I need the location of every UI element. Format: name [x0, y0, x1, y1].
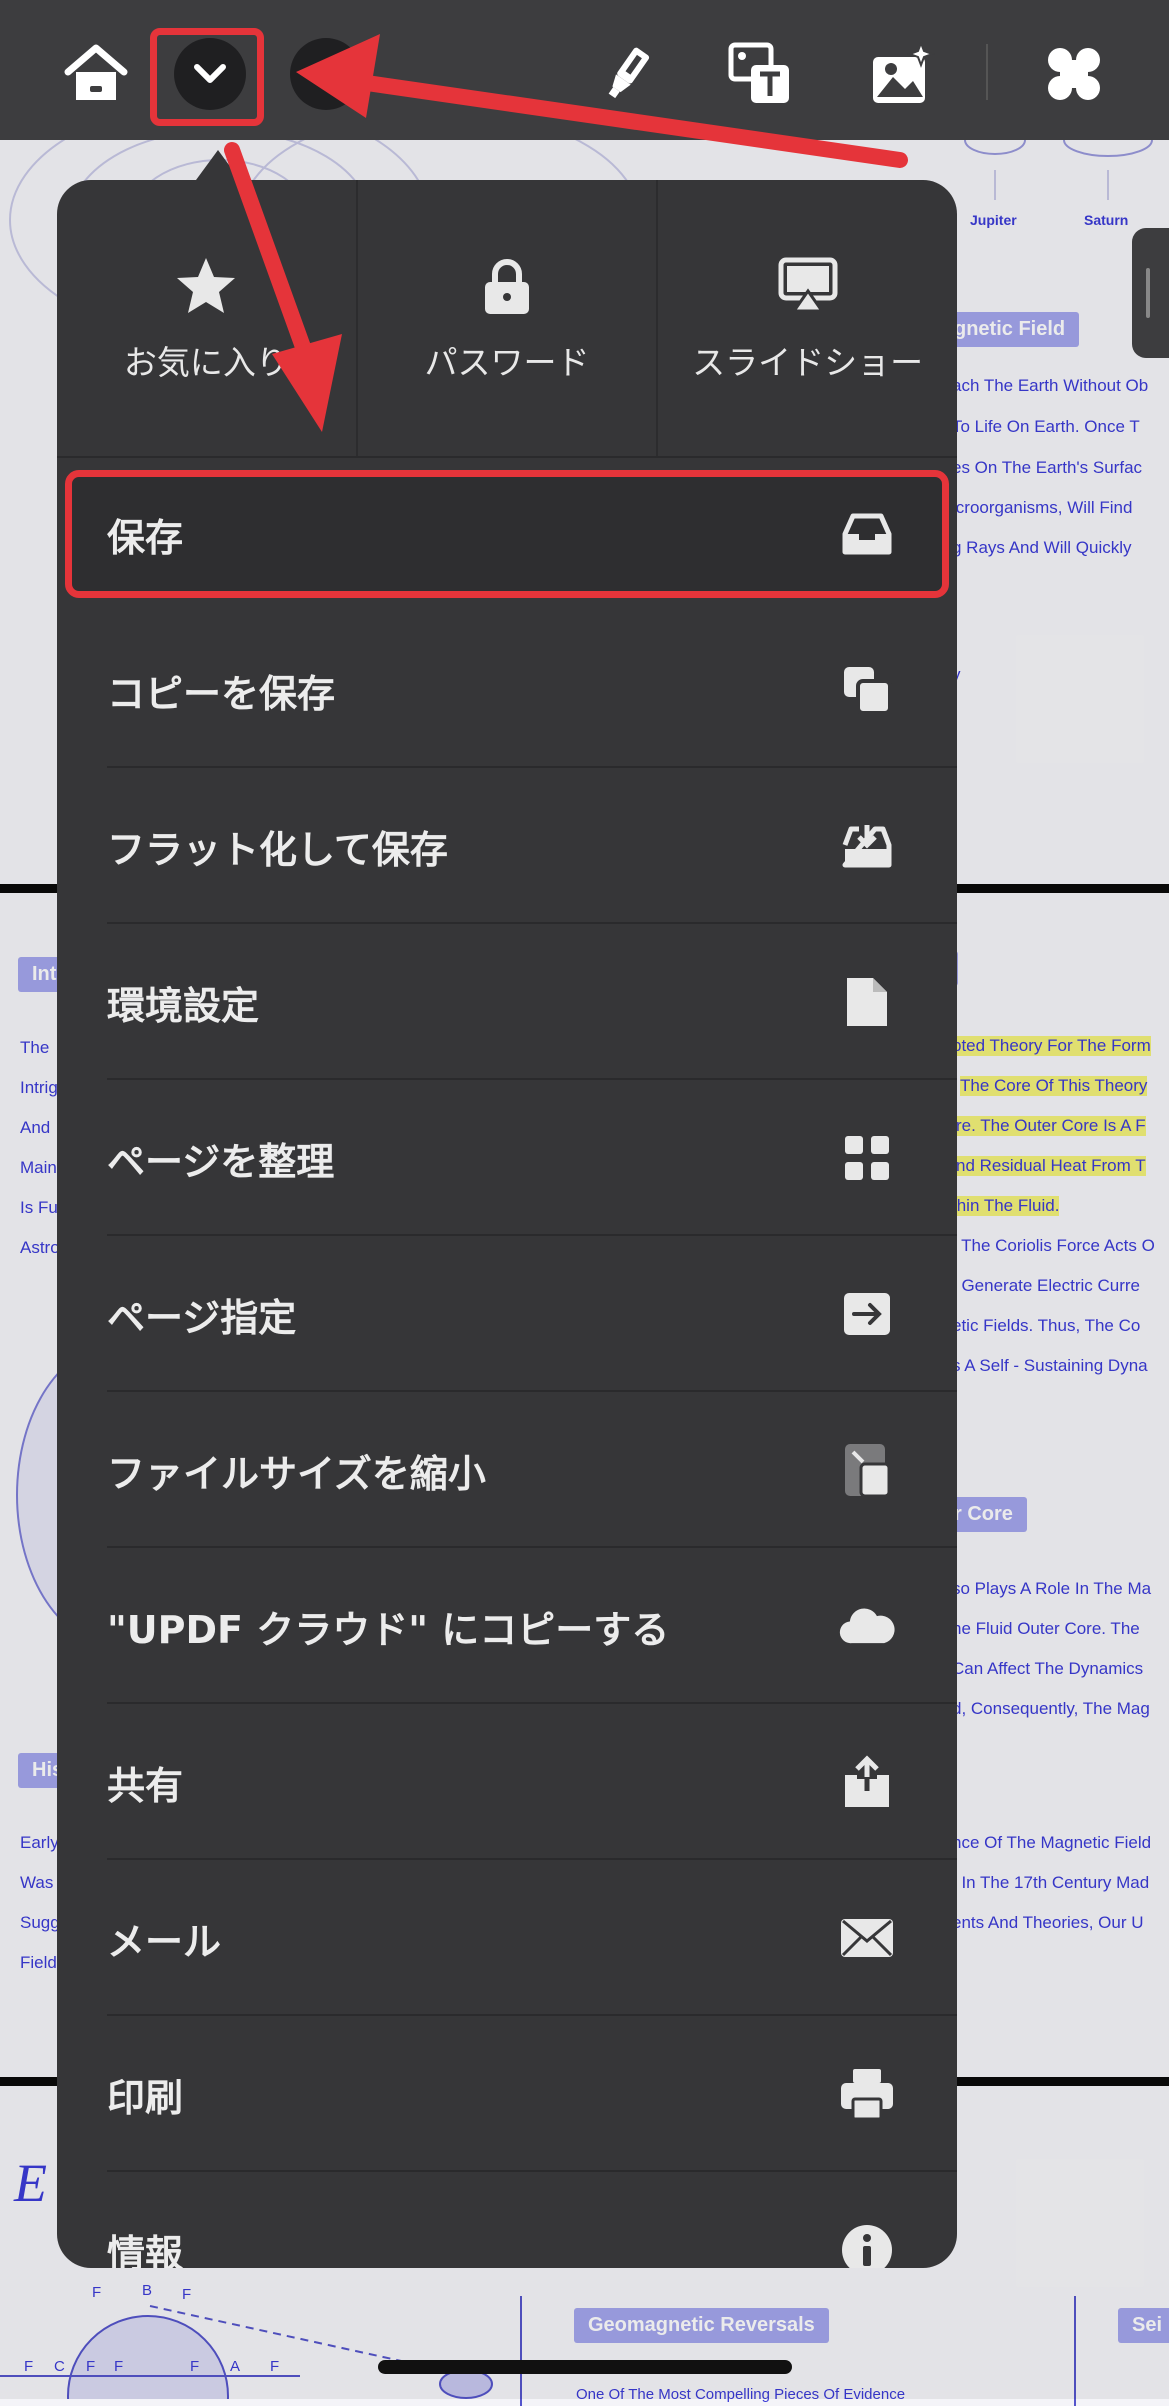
- menu-item-go-to-page[interactable]: ページ指定: [57, 1236, 957, 1392]
- menu-item-label: ファイルサイズを縮小: [107, 1451, 486, 1496]
- menu-item-mail[interactable]: メール: [57, 1860, 957, 2016]
- menu-item-label: 印刷: [107, 2075, 184, 2120]
- info-icon: [839, 2222, 895, 2268]
- menu-item-label: 保存: [107, 515, 184, 560]
- quick-actions-row: お気に入り パスワード スライドショー: [57, 180, 957, 456]
- side-panel-handle[interactable]: [1132, 228, 1169, 358]
- home-indicator: [378, 2360, 792, 2374]
- grid-icon: [839, 1130, 895, 1186]
- highlighter-icon[interactable]: [586, 34, 666, 114]
- copy-icon: [839, 662, 895, 718]
- menu-item-save[interactable]: 保存: [57, 456, 957, 612]
- menu-item-label: ページ指定: [107, 1295, 297, 1340]
- download-tray-icon: [839, 818, 895, 874]
- menu-item-organize-pages[interactable]: ページを整理: [57, 1080, 957, 1236]
- menu-item-share[interactable]: 共有: [57, 1704, 957, 1860]
- share-icon: [839, 1754, 895, 1810]
- menu-item-label: ページを整理: [107, 1139, 335, 1184]
- menu-item-label: メール: [107, 1919, 222, 1964]
- password-label: パスワード: [424, 343, 590, 382]
- apps-icon[interactable]: [1034, 34, 1114, 114]
- home-icon[interactable]: [56, 34, 136, 114]
- slideshow-label: スライドショー: [692, 343, 924, 382]
- toolbar-divider: [986, 44, 988, 100]
- menu-item-label: "UPDF クラウド" にコピーする: [107, 1607, 670, 1652]
- airplay-icon: [778, 252, 838, 320]
- menu-item-label: フラット化して保存: [107, 827, 448, 872]
- image-sparkle-icon[interactable]: [862, 34, 942, 114]
- menu-item-label: 環境設定: [107, 983, 260, 1028]
- menu-item-copy-to-cloud[interactable]: "UPDF クラウド" にコピーする: [57, 1548, 957, 1704]
- menu-item-preferences[interactable]: 環境設定: [57, 924, 957, 1080]
- chevron-down-icon[interactable]: [174, 38, 246, 110]
- menu-item-label: コピーを保存: [107, 671, 336, 716]
- mail-icon: [839, 1910, 895, 1966]
- star-icon: [175, 252, 237, 320]
- printer-icon: [839, 2066, 895, 2122]
- lock-icon: [483, 252, 531, 320]
- favorite-button[interactable]: お気に入り: [57, 180, 358, 456]
- menu-item-print[interactable]: 印刷: [57, 2016, 957, 2172]
- menu-item-save-copy[interactable]: コピーを保存: [57, 612, 957, 768]
- menu-item-label: 情報: [107, 2231, 184, 2269]
- top-toolbar: [0, 0, 1169, 140]
- tray-icon: [839, 506, 895, 562]
- document-icon: [839, 974, 895, 1030]
- menu-item-label: 共有: [107, 1763, 184, 1808]
- back-arrow-icon[interactable]: [290, 38, 362, 110]
- slideshow-button[interactable]: スライドショー: [658, 180, 957, 456]
- password-button[interactable]: パスワード: [358, 180, 659, 456]
- favorite-label: お気に入り: [123, 343, 289, 382]
- menu-item-flatten-save[interactable]: フラット化して保存: [57, 768, 957, 924]
- arrow-right-box-icon: [839, 1286, 895, 1342]
- menu-item-reduce-size[interactable]: ファイルサイズを縮小: [57, 1392, 957, 1548]
- compress-icon: [839, 1442, 895, 1498]
- menu-item-info[interactable]: 情報: [57, 2172, 957, 2268]
- more-options-popover: お気に入り パスワード スライドショー 保存 コピーを保存 フラット化して保存 …: [57, 180, 957, 2268]
- image-text-icon[interactable]: [720, 34, 800, 114]
- popover-arrow: [196, 150, 240, 180]
- cloud-icon: [839, 1598, 895, 1654]
